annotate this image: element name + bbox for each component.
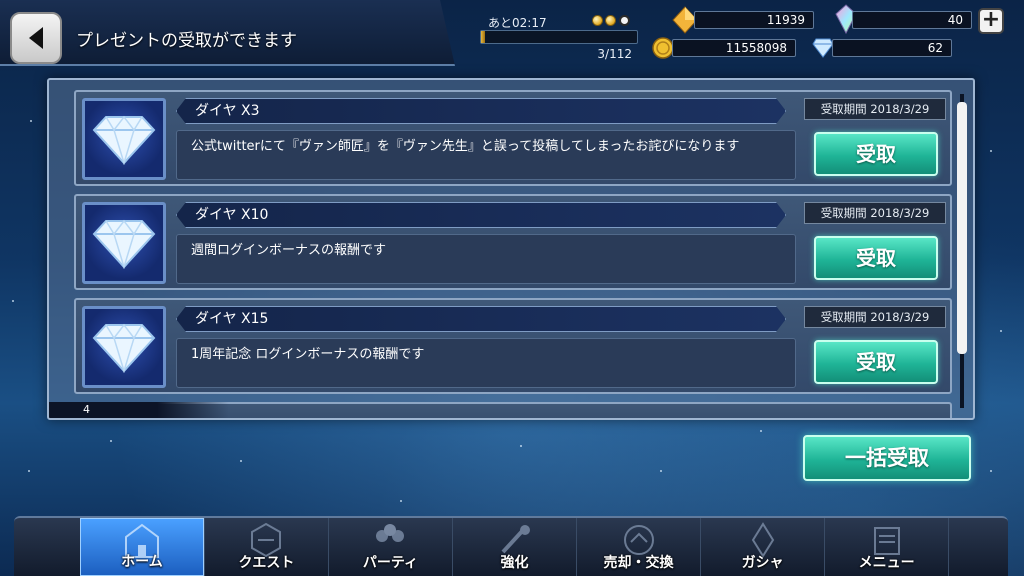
nav-quest[interactable]: クエスト xyxy=(203,518,328,576)
nav-label: ホーム xyxy=(121,554,163,570)
nav-label: メニュー xyxy=(858,555,915,571)
nav-label: パーティ xyxy=(362,555,419,571)
nav-label: 売却・交換 xyxy=(603,555,674,571)
present-period: 受取期間 2018/3/29 xyxy=(804,98,946,120)
present-period: 受取期間 2018/3/29 xyxy=(804,306,946,328)
nav-label: クエスト xyxy=(238,555,295,571)
stamina-count: 3/112 xyxy=(597,47,632,61)
present-item-icon-frame xyxy=(82,202,166,284)
add-gem-button[interactable]: + xyxy=(978,8,1004,34)
gem-count: 40 xyxy=(852,11,972,29)
present-name: ダイヤ X15 xyxy=(176,306,786,332)
nav-menu[interactable]: メニュー xyxy=(824,518,948,576)
stamina-orb-empty-icon xyxy=(619,15,630,26)
present-item-icon-frame xyxy=(82,306,166,388)
crystal-count: 11939 xyxy=(694,11,814,29)
diamond-currency-icon xyxy=(812,38,834,58)
receive-button[interactable]: 受取 xyxy=(814,340,938,384)
back-button[interactable] xyxy=(10,12,62,64)
back-arrow-icon xyxy=(29,27,43,49)
nav-label: 強化 xyxy=(500,555,529,571)
present-item: ダイヤ X15 1周年記念 ログインボーナスの報酬です 受取期間 2018/3/… xyxy=(74,298,952,394)
present-name: ダイヤ X10 xyxy=(176,202,786,228)
coin-icon xyxy=(652,37,674,59)
coin-count: 11558098 xyxy=(672,39,796,57)
nav-home[interactable]: ホーム xyxy=(79,518,204,576)
present-item: ダイヤ X3 公式twitterにて『ヴァン師匠』を『ヴァン先生』と誤って投稿し… xyxy=(74,90,952,186)
stamina-bar xyxy=(480,30,638,44)
receive-button[interactable]: 受取 xyxy=(814,236,938,280)
diamond-icon xyxy=(92,115,156,165)
nav-gacha[interactable]: ガシャ xyxy=(700,518,824,576)
present-period: 受取期間 2018/3/29 xyxy=(804,202,946,224)
present-item-icon-frame xyxy=(82,98,166,180)
present-description: 週間ログインボーナスの報酬です xyxy=(176,234,796,284)
diamond-count: 62 xyxy=(832,39,952,57)
receive-button[interactable]: 受取 xyxy=(814,132,938,176)
nav-sell-exchange[interactable]: 売却・交換 xyxy=(576,518,700,576)
present-description: 公式twitterにて『ヴァン師匠』を『ヴァン先生』と誤って投稿してしまったお詫… xyxy=(176,130,796,180)
present-item: ダイヤ X10 週間ログインボーナスの報酬です 受取期間 2018/3/29 受… xyxy=(74,194,952,290)
header-bar: プレゼントの受取ができます xyxy=(0,0,455,66)
diamond-icon xyxy=(92,323,156,373)
stamina-timer: あと02:17 xyxy=(488,16,547,30)
diamond-icon xyxy=(92,219,156,269)
list-scrollbar[interactable] xyxy=(957,94,967,408)
nav-party[interactable]: パーティ xyxy=(327,518,452,576)
stamina-orb-icon xyxy=(592,15,603,26)
present-list[interactable]: ダイヤ X3 公式twitterにて『ヴァン師匠』を『ヴァン先生』と誤って投稿し… xyxy=(47,78,975,420)
bulk-receive-button[interactable]: 一括受取 xyxy=(803,435,971,481)
scrollbar-thumb[interactable] xyxy=(957,102,967,354)
present-description: 1周年記念 ログインボーナスの報酬です xyxy=(176,338,796,388)
page-title: プレゼントの受取ができます xyxy=(76,31,297,51)
bottom-nav: ホーム クエスト パーティ 強化 売却・交換 ガシャ メニュー xyxy=(14,516,1008,576)
nav-enhance[interactable]: 強化 xyxy=(451,518,576,576)
stamina-bar-fill xyxy=(481,31,486,43)
page-indicator: 4 xyxy=(49,402,229,418)
nav-spacer xyxy=(948,518,1008,576)
present-name: ダイヤ X3 xyxy=(176,98,786,124)
stamina-orb-icon xyxy=(605,15,616,26)
nav-label: ガシャ xyxy=(741,555,784,571)
